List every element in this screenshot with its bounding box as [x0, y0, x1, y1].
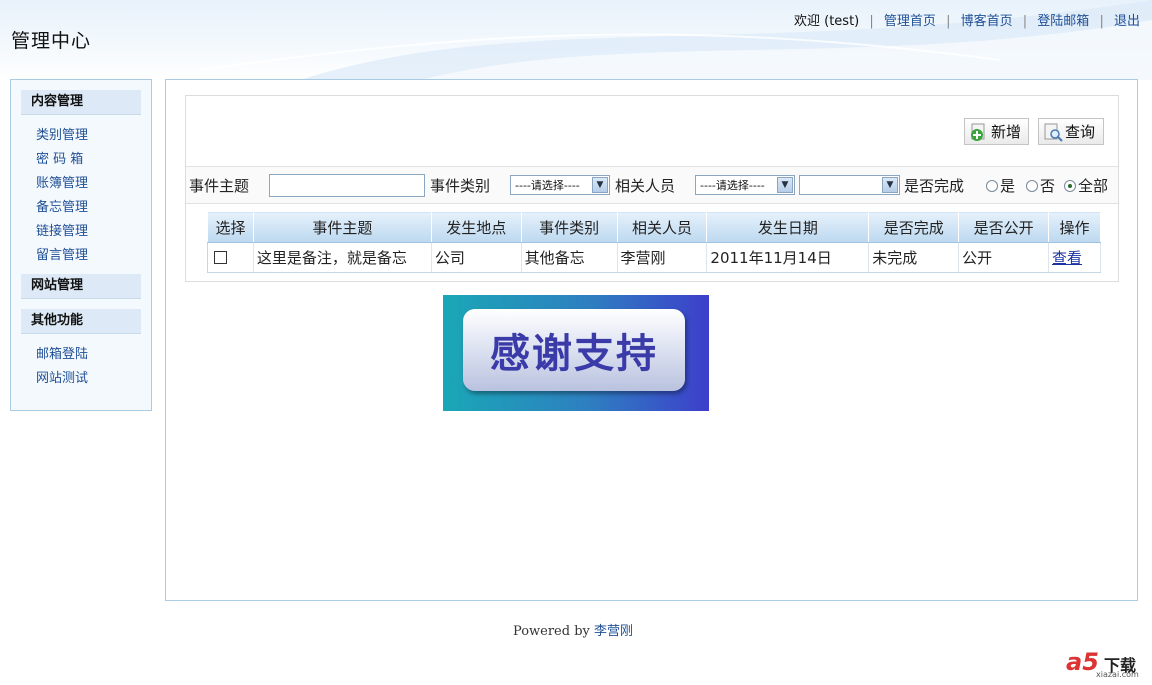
person-select[interactable]: ----请选择---- ▼ — [695, 175, 795, 195]
row-checkbox[interactable] — [214, 250, 227, 264]
subject-input[interactable] — [269, 174, 425, 197]
radio-button-icon — [986, 180, 998, 192]
row-select-cell — [207, 242, 254, 273]
sidebar-item-messages[interactable]: 留言管理 — [36, 248, 88, 263]
nav-blog-home[interactable]: 博客首页 — [961, 14, 1013, 29]
row-place: 公司 — [431, 242, 522, 273]
welcome-text: 欢迎 (test) — [794, 14, 860, 29]
chevron-down-icon: ▼ — [592, 177, 608, 193]
view-link[interactable]: 查看 — [1052, 249, 1082, 267]
extra-select[interactable]: ▼ — [799, 175, 900, 195]
header: 管理中心 欢迎 (test) | 管理首页 | 博客首页 | 登陆邮箱 | 退出 — [0, 0, 1152, 80]
nav-login-mail[interactable]: 登陆邮箱 — [1037, 14, 1089, 29]
powered-by-text: Powered by — [512, 624, 590, 639]
category-select[interactable]: ----请选择---- ▼ — [510, 175, 610, 195]
add-button-label: 新增 — [991, 123, 1022, 141]
col-place: 发生地点 — [430, 211, 522, 243]
row-public: 公开 — [958, 242, 1049, 273]
top-nav: 欢迎 (test) | 管理首页 | 博客首页 | 登陆邮箱 | 退出 — [794, 14, 1140, 29]
sidebar-item-category[interactable]: 类别管理 — [36, 128, 88, 143]
chevron-down-icon: ▼ — [882, 177, 898, 193]
memo-table: 选择 事件主题 发生地点 事件类别 相关人员 发生日期 是否完成 是否公开 操作… — [207, 211, 1101, 273]
radio-yes[interactable]: 是 — [986, 175, 1015, 196]
row-date: 2011年11月14日 — [706, 242, 870, 273]
col-person: 相关人员 — [616, 211, 708, 243]
sidebar-item-mail-login[interactable]: 邮箱登陆 — [36, 347, 88, 362]
thanks-banner-text: 感谢支持 — [463, 309, 685, 391]
filter-bar: 事件主题 事件类别 ----请选择---- ▼ 相关人员 ----请选择----… — [186, 166, 1118, 204]
add-button[interactable]: 新增 — [964, 118, 1029, 145]
sidebar-content-list: 类别管理 密 码 箱 账簿管理 备忘管理 链接管理 留言管理 — [21, 115, 141, 274]
search-icon — [1043, 122, 1063, 142]
sidebar-other-list: 邮箱登陆 网站测试 — [21, 334, 141, 397]
subject-label: 事件主题 — [189, 177, 250, 195]
nav-logout[interactable]: 退出 — [1114, 14, 1140, 29]
nav-admin-home[interactable]: 管理首页 — [884, 14, 936, 29]
query-button-label: 查询 — [1065, 123, 1096, 141]
table-row: 这里是备注，就是备忘 公司 其他备忘 李营刚 2011年11月14日 未完成 公… — [207, 242, 1101, 273]
radio-button-checked-icon — [1064, 180, 1076, 192]
sidebar-section-content[interactable]: 内容管理 — [21, 90, 141, 115]
app-title: 管理中心 — [11, 30, 92, 52]
person-label: 相关人员 — [615, 177, 676, 195]
add-icon — [969, 122, 989, 142]
watermark-domain: xiazai.com — [1096, 670, 1139, 679]
col-select: 选择 — [207, 211, 254, 243]
radio-all[interactable]: 全部 — [1064, 175, 1108, 196]
radio-no[interactable]: 否 — [1026, 175, 1055, 196]
done-label: 是否完成 — [904, 177, 965, 195]
row-action-cell: 查看 — [1048, 242, 1101, 273]
site-watermark-logo: a5 下载 xiazai.com — [1066, 648, 1142, 682]
col-date: 发生日期 — [706, 211, 870, 243]
row-done: 未完成 — [868, 242, 960, 273]
sidebar-item-accounts[interactable]: 账簿管理 — [36, 176, 88, 191]
sidebar-item-password-box[interactable]: 密 码 箱 — [36, 152, 83, 167]
sidebar-item-links[interactable]: 链接管理 — [36, 224, 88, 239]
author-link[interactable]: 李营刚 — [594, 624, 633, 639]
footer: Powered by 李营刚 — [0, 620, 1146, 639]
col-subject: 事件主题 — [252, 211, 432, 243]
memo-panel: 新增 查询 事件主题 事件类别 ----请选择---- ▼ 相关人员 ----请… — [185, 95, 1119, 282]
sidebar-section-other[interactable]: 其他功能 — [21, 309, 141, 334]
radio-button-icon — [1026, 180, 1038, 192]
sidebar-section-site[interactable]: 网站管理 — [21, 274, 141, 299]
sidebar-item-memo[interactable]: 备忘管理 — [36, 200, 88, 215]
thanks-banner-image: 感谢支持 — [443, 295, 709, 411]
col-public: 是否公开 — [958, 211, 1049, 243]
chevron-down-icon: ▼ — [777, 177, 793, 193]
row-category: 其他备忘 — [521, 242, 618, 273]
sidebar: 内容管理 类别管理 密 码 箱 账簿管理 备忘管理 链接管理 留言管理 网站管理… — [10, 79, 152, 411]
row-subject: 这里是备注，就是备忘 — [253, 242, 432, 273]
col-done: 是否完成 — [868, 211, 960, 243]
col-category: 事件类别 — [520, 211, 618, 243]
sidebar-item-site-test[interactable]: 网站测试 — [36, 371, 88, 386]
row-person: 李营刚 — [617, 242, 708, 273]
query-button[interactable]: 查询 — [1038, 118, 1104, 145]
category-label: 事件类别 — [430, 177, 491, 195]
table-header-row: 选择 事件主题 发生地点 事件类别 相关人员 发生日期 是否完成 是否公开 操作 — [207, 211, 1101, 243]
col-action: 操作 — [1048, 211, 1101, 243]
